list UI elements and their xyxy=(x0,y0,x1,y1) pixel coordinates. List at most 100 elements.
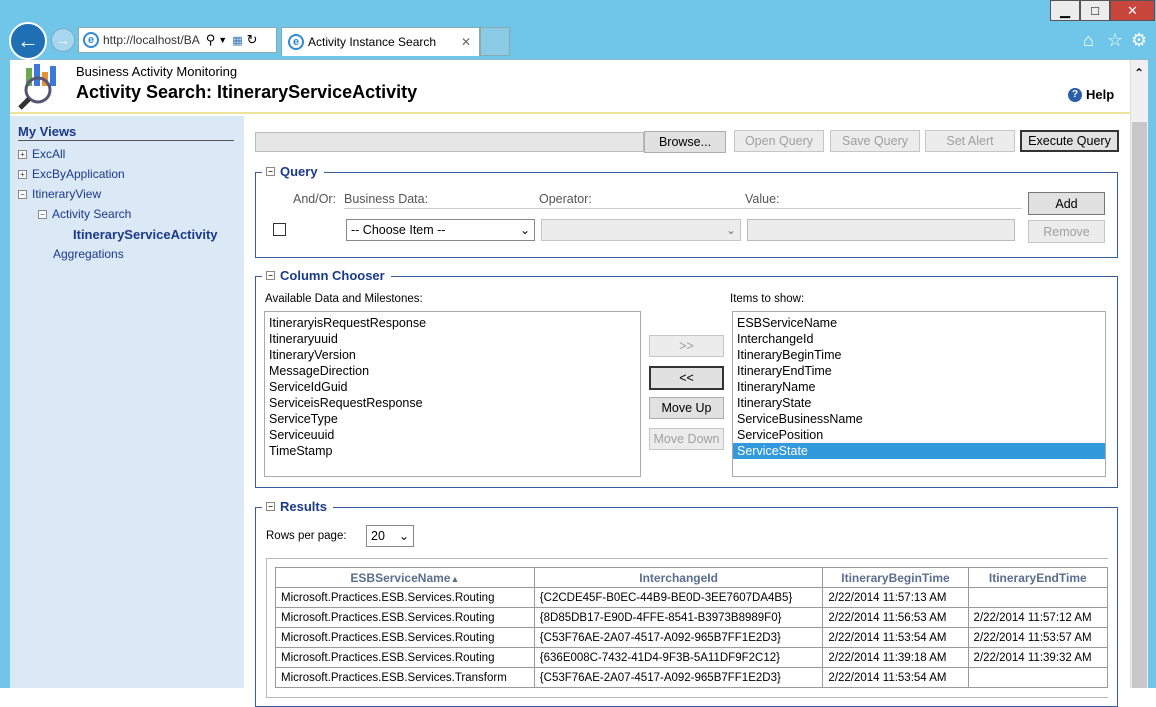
add-column-button[interactable]: >> xyxy=(649,335,724,357)
rows-per-page-select[interactable]: 20 ⌄ xyxy=(366,525,414,547)
help-icon: ? xyxy=(1068,87,1082,102)
collapse-icon[interactable]: − xyxy=(266,271,275,280)
value-label: Value: xyxy=(745,192,780,206)
back-button[interactable]: ← xyxy=(9,22,47,60)
results-legend[interactable]: − Results xyxy=(262,499,333,514)
available-item[interactable]: ItineraryisRequestResponse xyxy=(265,315,640,331)
table-cell: 2/22/2014 11:56:53 AM xyxy=(822,607,969,628)
shown-item[interactable]: ItineraryState xyxy=(733,395,1105,411)
value-input[interactable] xyxy=(747,219,1015,241)
shown-item[interactable]: ServiceState xyxy=(733,443,1105,459)
open-query-button[interactable]: Open Query xyxy=(734,130,824,152)
address-text[interactable]: http://localhost/BA xyxy=(103,33,200,47)
available-item[interactable]: Itineraryuuid xyxy=(265,331,640,347)
add-button[interactable]: Add xyxy=(1028,192,1105,215)
items-to-show-list[interactable]: ESBServiceName InterchangeId ItineraryBegi… xyxy=(732,311,1106,477)
scroll-thumb[interactable] xyxy=(1132,122,1147,688)
maximize-button[interactable]: □ xyxy=(1080,0,1110,21)
home-icon[interactable]: ⌂ xyxy=(1083,30,1094,51)
page-scrollbar[interactable]: ⌃ xyxy=(1130,60,1148,688)
new-tab-button[interactable] xyxy=(480,27,510,56)
remove-button[interactable]: Remove xyxy=(1028,220,1105,243)
set-alert-button[interactable]: Set Alert xyxy=(925,130,1015,152)
sidebar: My Views + ExcAll + ExcByApplication − Itin… xyxy=(10,116,244,688)
tab-title: Activity Instance Search xyxy=(308,35,437,49)
available-item[interactable]: ServiceIdGuid xyxy=(265,379,640,395)
sidebar-item-activity-search[interactable]: − Activity Search xyxy=(38,207,131,221)
table-row[interactable]: Microsoft.Practices.ESB.Services.Routing… xyxy=(275,587,1108,608)
column-header[interactable]: ESBServiceName▲ xyxy=(275,567,535,588)
sidebar-title: My Views xyxy=(18,124,77,139)
forward-button[interactable]: → xyxy=(51,28,75,52)
shown-item[interactable]: ItineraryEndTime xyxy=(733,363,1105,379)
dropdown-icon[interactable]: ▼ xyxy=(218,35,227,45)
close-button[interactable]: ✕ xyxy=(1110,0,1155,21)
table-cell: Microsoft.Practices.ESB.Services.Routing xyxy=(275,607,535,628)
sidebar-item-excall[interactable]: + ExcAll xyxy=(18,147,65,161)
results-table: ESBServiceName▲ InterchangeId ItineraryBeg… xyxy=(275,567,1108,688)
file-path-input[interactable] xyxy=(255,132,644,152)
app-name: Business Activity Monitoring xyxy=(76,64,238,79)
table-row[interactable]: Microsoft.Practices.ESB.Services.Routing… xyxy=(275,607,1108,628)
query-legend[interactable]: − Query xyxy=(262,164,324,179)
help-link[interactable]: ? Help xyxy=(1068,87,1114,102)
browse-button[interactable]: Browse... xyxy=(644,131,726,153)
available-item[interactable]: Serviceuuid xyxy=(265,427,640,443)
refresh-icon[interactable]: ↻ xyxy=(247,32,258,48)
expand-icon[interactable]: + xyxy=(18,150,27,160)
column-header[interactable]: ItineraryBeginTime xyxy=(822,567,969,588)
remove-column-button[interactable]: << xyxy=(649,366,724,390)
sidebar-item-itineraryserviceactivity[interactable]: ItineraryServiceActivity xyxy=(73,227,218,242)
column-chooser-legend[interactable]: − Column Chooser xyxy=(262,268,391,283)
available-item[interactable]: ServiceisRequestResponse xyxy=(265,395,640,411)
collapse-icon[interactable]: − xyxy=(266,167,275,176)
sidebar-divider xyxy=(18,140,234,141)
available-label: Available Data and Milestones: xyxy=(265,293,423,305)
table-cell xyxy=(967,587,1108,608)
move-down-button[interactable]: Move Down xyxy=(649,428,724,450)
shown-item[interactable]: ItineraryName xyxy=(733,379,1105,395)
collapse-icon[interactable]: − xyxy=(38,210,47,220)
shown-item[interactable]: ServicePosition xyxy=(733,427,1105,443)
expand-icon[interactable]: + xyxy=(18,170,27,180)
available-list[interactable]: ItineraryisRequestResponse Itineraryuuid I… xyxy=(264,311,641,477)
tab-close-icon[interactable]: ✕ xyxy=(461,35,471,49)
business-data-select[interactable]: -- Choose Item -- ⌄ xyxy=(346,219,535,241)
shown-item[interactable]: ServiceBusinessName xyxy=(733,411,1105,427)
browser-tab[interactable]: e Activity Instance Search ✕ xyxy=(281,27,480,56)
available-item[interactable]: ServiceType xyxy=(265,411,640,427)
sidebar-item-aggregations[interactable]: Aggregations xyxy=(53,247,124,261)
table-row[interactable]: Microsoft.Practices.ESB.Services.Routing… xyxy=(275,647,1108,668)
left-border xyxy=(0,60,10,688)
table-row[interactable]: Microsoft.Practices.ESB.Services.Transfo… xyxy=(275,667,1108,688)
table-cell: 2/22/2014 11:57:12 AM xyxy=(967,607,1108,628)
gear-icon[interactable]: ⚙ xyxy=(1131,30,1147,51)
search-icon[interactable]: ⚲ xyxy=(206,32,216,48)
shown-item[interactable]: InterchangeId xyxy=(733,331,1105,347)
available-item[interactable]: ItineraryVersion xyxy=(265,347,640,363)
andor-checkbox[interactable] xyxy=(273,223,286,236)
execute-query-button[interactable]: Execute Query xyxy=(1020,130,1119,152)
help-label[interactable]: Help xyxy=(1086,87,1114,102)
shown-item[interactable]: ItineraryBeginTime xyxy=(733,347,1105,363)
address-bar[interactable]: e http://localhost/BA ⚲ ▼ ▦ ↻ xyxy=(78,27,277,53)
minimize-button[interactable]: ▁ xyxy=(1050,0,1080,21)
table-cell: 2/22/2014 11:53:57 AM xyxy=(967,627,1108,648)
collapse-icon[interactable]: − xyxy=(266,502,275,511)
favorites-icon[interactable]: ☆ xyxy=(1107,30,1123,51)
available-item[interactable]: TimeStamp xyxy=(265,443,640,459)
table-row[interactable]: Microsoft.Practices.ESB.Services.Routing… xyxy=(275,627,1108,648)
available-item[interactable]: MessageDirection xyxy=(265,363,640,379)
sidebar-item-itineraryview[interactable]: − ItineraryView xyxy=(18,187,101,201)
move-up-button[interactable]: Move Up xyxy=(649,397,724,419)
compat-icon[interactable]: ▦ xyxy=(232,34,242,47)
column-header[interactable]: ItineraryEndTime xyxy=(967,567,1108,588)
scroll-up-icon[interactable]: ⌃ xyxy=(1134,66,1144,80)
sort-arrow-icon: ▲ xyxy=(450,573,460,584)
column-header[interactable]: InterchangeId xyxy=(533,567,824,588)
save-query-button[interactable]: Save Query xyxy=(830,130,920,152)
sidebar-item-excbyapplication[interactable]: + ExcByApplication xyxy=(18,167,125,181)
shown-item[interactable]: ESBServiceName xyxy=(733,315,1105,331)
operator-select[interactable]: ⌄ xyxy=(541,219,741,241)
collapse-icon[interactable]: − xyxy=(18,190,27,200)
